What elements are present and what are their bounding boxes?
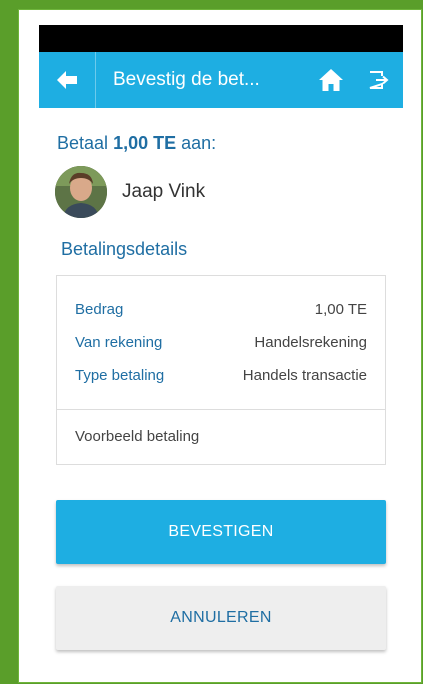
detail-row-amount: Bedrag 1,00 TE	[75, 301, 367, 321]
detail-value: Handels transactie	[242, 367, 367, 384]
payment-header: Betaal 1,00 TE aan:	[57, 133, 216, 154]
detail-label: Bedrag	[75, 301, 124, 318]
phone-screen: Bevestig de bet... Betaal 1,00 TE aan: J…	[39, 25, 403, 672]
app-bar: Bevestig de bet...	[39, 52, 403, 108]
status-bar	[39, 25, 403, 52]
detail-label: Van rekening	[75, 334, 163, 351]
arrow-left-icon	[57, 71, 77, 89]
detail-row-account: Van rekening Handelsrekening	[75, 334, 367, 354]
recipient: Jaap Vink	[55, 166, 205, 218]
details-card: Bedrag 1,00 TE Van rekening Handelsreken…	[56, 275, 386, 465]
payment-amount: 1,00 TE	[113, 133, 177, 153]
cancel-button[interactable]: ANNULEREN	[56, 586, 386, 650]
logout-button[interactable]	[355, 52, 403, 108]
payment-suffix: aan:	[181, 133, 217, 153]
home-button[interactable]	[307, 52, 355, 108]
back-button[interactable]	[39, 52, 96, 108]
payment-prefix: Betaal	[57, 133, 109, 153]
avatar	[55, 166, 107, 218]
recipient-name: Jaap Vink	[122, 181, 206, 202]
details-section-title: Betalingsdetails	[61, 239, 188, 259]
content-area: Betaal 1,00 TE aan: Jaap Vink Betalingsd…	[39, 108, 403, 672]
logout-icon	[369, 71, 389, 89]
page-title: Bevestig de bet...	[113, 69, 260, 90]
confirm-button[interactable]: BEVESTIGEN	[56, 500, 386, 564]
detail-row-type: Type betaling Handels transactie	[75, 367, 367, 387]
detail-value: Handelsrekening	[254, 334, 367, 351]
divider	[57, 409, 385, 410]
detail-value: 1,00 TE	[314, 301, 367, 318]
home-icon	[319, 69, 343, 91]
payment-note: Voorbeeld betaling	[75, 428, 200, 445]
detail-label: Type betaling	[75, 367, 165, 384]
